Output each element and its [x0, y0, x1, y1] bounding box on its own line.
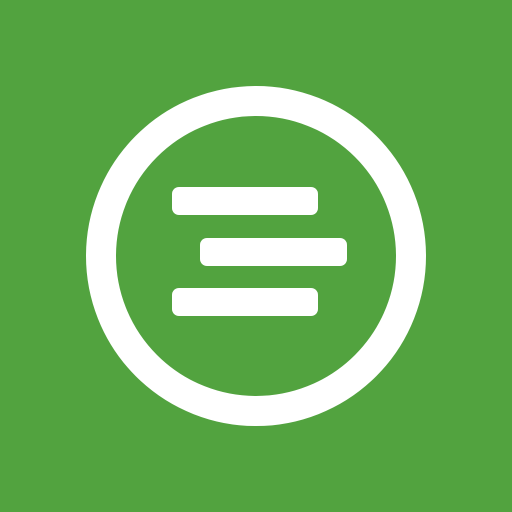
icon-line-bottom	[172, 288, 318, 316]
icon-line-middle	[200, 238, 347, 266]
icon-line-top	[172, 187, 318, 215]
app-icon-tile	[0, 0, 512, 512]
lines-in-circle-icon	[86, 86, 426, 426]
